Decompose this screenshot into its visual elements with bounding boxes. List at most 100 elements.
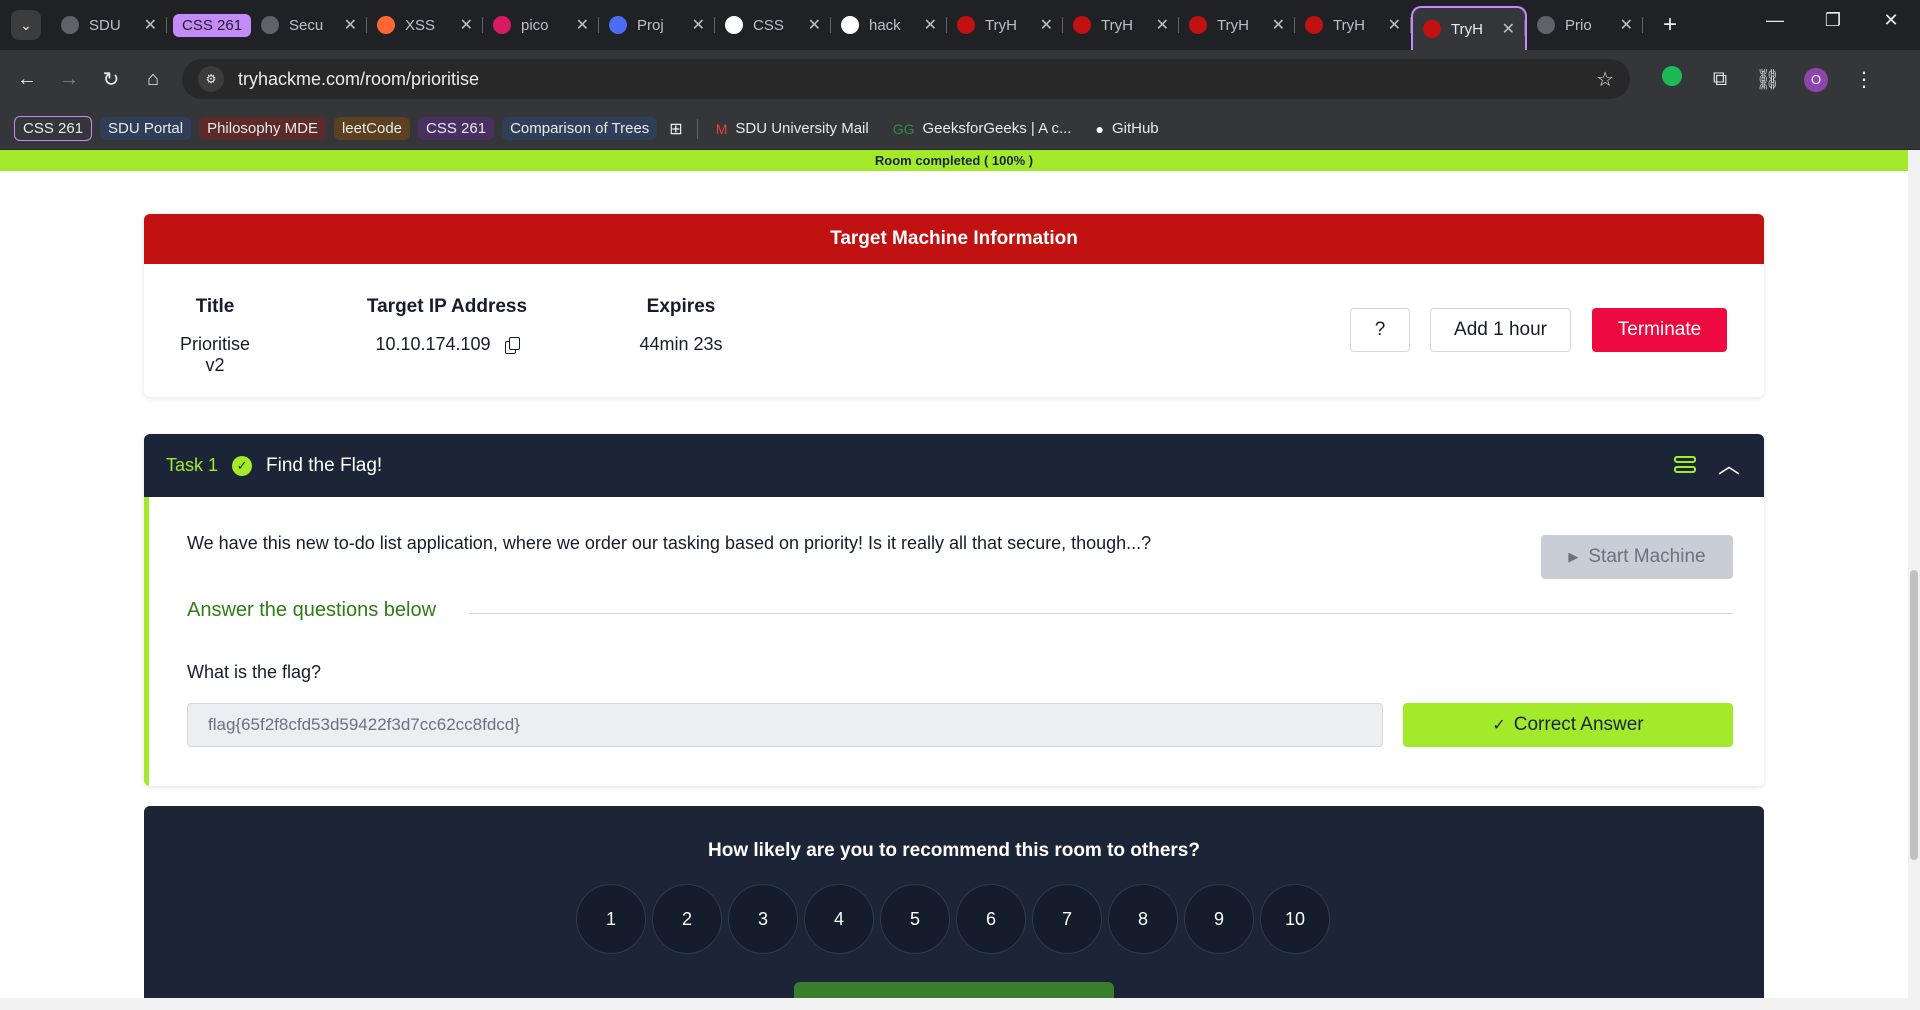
tab-group-label[interactable]: CSS 261 <box>173 13 252 37</box>
rating-option-button[interactable]: 1 <box>576 884 646 954</box>
rating-option-button[interactable]: 4 <box>804 884 874 954</box>
rating-option-button[interactable]: 10 <box>1260 884 1330 954</box>
tab-search-menu-icon[interactable]: ⌄ <box>11 10 41 40</box>
bookmark-item[interactable]: GG GeeksforGeeks | A c... <box>885 117 1080 140</box>
extension-green-icon[interactable] <box>1648 66 1696 92</box>
home-icon[interactable]: ⌂ <box>132 68 174 91</box>
reload-icon[interactable]: ↻ <box>90 67 132 92</box>
site-settings-icon[interactable]: ⚙ <box>198 66 224 92</box>
browser-tab[interactable]: CSS 261 Secu ✕ <box>167 5 367 45</box>
bookmark-group-chip[interactable]: Comparison of Trees <box>502 117 658 140</box>
browser-menu-icon[interactable]: ⋮ <box>1840 67 1888 92</box>
tab-strip: ⌄ SDU ✕ CSS 261 Secu ✕ XSS ✕ pico ✕ Proj ✕ CSS ✕ hack… <box>0 0 1920 50</box>
close-tab-icon[interactable]: ✕ <box>1620 15 1633 35</box>
close-tab-icon[interactable]: ✕ <box>1388 15 1401 35</box>
browser-tab[interactable]: Prio ✕ <box>1527 5 1643 45</box>
terminate-button[interactable]: Terminate <box>1592 308 1727 352</box>
rating-option-button[interactable]: 8 <box>1108 884 1178 954</box>
close-tab-icon[interactable]: ✕ <box>460 15 473 35</box>
horizontal-scrollbar[interactable] <box>0 998 1908 1010</box>
browser-toolbar: ← → ↻ ⌂ ⚙ tryhackme.com/room/prioritise … <box>0 50 1920 108</box>
servers-icon[interactable] <box>1674 456 1696 474</box>
close-tab-icon[interactable]: ✕ <box>692 15 705 35</box>
machine-title-label: Title <box>195 296 235 317</box>
close-tab-icon[interactable]: ✕ <box>144 15 157 35</box>
new-tab-button[interactable]: + <box>1655 11 1685 39</box>
browser-tab[interactable]: TryH ✕ <box>1411 6 1527 50</box>
task-header[interactable]: Task 1 ✓ Find the Flag! ︿ <box>144 434 1764 497</box>
tab-title: TryH <box>985 16 1017 34</box>
close-tab-icon[interactable]: ✕ <box>576 15 589 35</box>
correct-answer-button[interactable]: ✓ Correct Answer <box>1403 703 1733 747</box>
apps-grid-icon[interactable]: ⊞ <box>669 119 682 139</box>
tab-title: TryH <box>1451 20 1483 38</box>
bookmark-star-icon[interactable]: ☆ <box>1596 67 1614 92</box>
machine-title-value: Prioritise v2 <box>179 334 250 375</box>
browser-tab[interactable]: TryH ✕ <box>947 5 1063 45</box>
bookmark-group-chip[interactable]: CSS 261 <box>418 117 495 140</box>
start-machine-button[interactable]: ▶ Start Machine <box>1541 535 1733 579</box>
browser-tab[interactable]: pico ✕ <box>483 5 599 45</box>
extensions-puzzle-icon[interactable]: ⧉ <box>1696 68 1744 91</box>
globe-icon <box>1537 16 1555 34</box>
page-content: Room completed ( 100% ) Target Machine I… <box>0 150 1920 1010</box>
close-tab-icon[interactable]: ✕ <box>808 15 821 35</box>
portswigger-icon <box>377 16 395 34</box>
tryhackme-icon <box>1305 16 1323 34</box>
browser-tab[interactable]: Proj ✕ <box>599 5 715 45</box>
restore-icon[interactable]: ❐ <box>1804 0 1862 40</box>
tryhackme-icon <box>1073 16 1091 34</box>
close-tab-icon[interactable]: ✕ <box>1272 15 1285 35</box>
link-icon[interactable]: ⛓ <box>1744 67 1792 92</box>
rating-option-button[interactable]: 7 <box>1032 884 1102 954</box>
close-tab-icon[interactable]: ✕ <box>1156 15 1169 35</box>
help-button[interactable]: ? <box>1350 308 1410 352</box>
rating-option-button[interactable]: 9 <box>1184 884 1254 954</box>
minimize-icon[interactable]: — <box>1746 0 1804 40</box>
bookmark-label: GitHub <box>1111 120 1159 137</box>
tab-title: TryH <box>1333 16 1365 34</box>
scrollbar-thumb[interactable] <box>1910 570 1918 860</box>
back-icon[interactable]: ← <box>6 68 48 91</box>
browser-tab[interactable]: TryH ✕ <box>1063 5 1179 45</box>
answer-section-heading: Answer the questions below <box>187 599 437 621</box>
machine-ip-column: Target IP Address 10.10.174.109 <box>366 296 528 355</box>
rating-option-button[interactable]: 3 <box>728 884 798 954</box>
add-hour-button[interactable]: Add 1 hour <box>1430 308 1571 352</box>
bookmark-group-chip[interactable]: leetCode <box>333 117 411 140</box>
play-icon: ▶ <box>1568 549 1579 564</box>
close-window-icon[interactable]: ✕ <box>1862 0 1920 40</box>
browser-tab[interactable]: XSS ✕ <box>367 5 483 45</box>
url-text[interactable]: tryhackme.com/room/prioritise <box>238 69 1596 90</box>
close-tab-icon[interactable]: ✕ <box>344 15 357 35</box>
copy-icon[interactable] <box>504 336 520 354</box>
browser-tab[interactable]: TryH ✕ <box>1295 5 1411 45</box>
browser-tab[interactable]: SDU ✕ <box>51 5 167 45</box>
address-bar[interactable]: ⚙ tryhackme.com/room/prioritise ☆ <box>182 59 1630 99</box>
forward-icon[interactable]: → <box>48 68 90 91</box>
bookmark-group-chip[interactable]: CSS 261 <box>14 116 93 141</box>
tab-title: XSS <box>405 16 436 34</box>
vertical-scrollbar[interactable] <box>1908 150 1920 1010</box>
bookmark-item[interactable]: M SDU University Mail <box>708 117 877 140</box>
rating-option-button[interactable]: 6 <box>956 884 1026 954</box>
browser-tab[interactable]: CSS ✕ <box>715 5 831 45</box>
globe-icon <box>61 16 79 34</box>
close-tab-icon[interactable]: ✕ <box>1502 19 1515 39</box>
browser-tab[interactable]: TryH ✕ <box>1179 5 1295 45</box>
task-body: We have this new to-do list application,… <box>144 497 1764 786</box>
rating-option-button[interactable]: 5 <box>880 884 950 954</box>
tryhackme-icon <box>1189 16 1207 34</box>
target-machine-panel: Target Machine Information Title Priorit… <box>144 214 1764 397</box>
rating-option-button[interactable]: 2 <box>652 884 722 954</box>
bookmark-group-chip[interactable]: Philosophy MDE <box>199 117 326 140</box>
answer-field[interactable] <box>187 703 1383 747</box>
profile-avatar[interactable]: O <box>1792 67 1840 92</box>
bookmark-item[interactable]: ● GitHub <box>1087 117 1166 140</box>
browser-tab[interactable]: hack ✕ <box>831 5 947 45</box>
bookmarks-bar: CSS 261 SDU Portal Philosophy MDE leetCode C… <box>0 108 1920 150</box>
bookmark-group-chip[interactable]: SDU Portal <box>100 117 192 140</box>
close-tab-icon[interactable]: ✕ <box>924 15 937 35</box>
close-tab-icon[interactable]: ✕ <box>1040 15 1053 35</box>
chevron-up-icon[interactable]: ︿ <box>1718 448 1740 480</box>
